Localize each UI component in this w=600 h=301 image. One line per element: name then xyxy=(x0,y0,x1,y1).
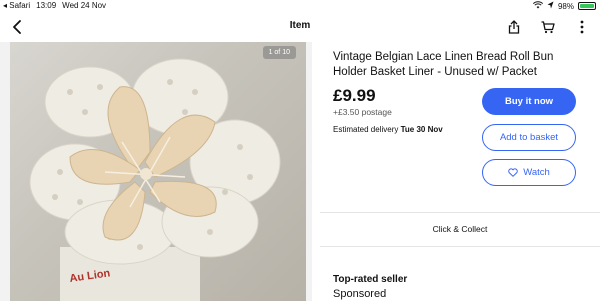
location-icon xyxy=(547,1,554,11)
watch-button[interactable]: Watch xyxy=(482,159,576,186)
status-bar: ◂ Safari 13:09 Wed 24 Nov 98% xyxy=(0,0,600,12)
nav-bar: Item xyxy=(0,12,600,42)
back-to-app-label[interactable]: ◂ Safari xyxy=(3,1,30,10)
add-to-basket-button[interactable]: Add to basket xyxy=(482,124,576,151)
delivery-label: Estimated delivery xyxy=(333,125,399,134)
add-to-basket-label: Add to basket xyxy=(499,132,559,143)
status-time: 13:09 xyxy=(36,1,57,10)
sponsored-label: Sponsored xyxy=(333,288,387,300)
status-date: Wed 24 Nov xyxy=(62,1,107,10)
cart-button[interactable] xyxy=(538,17,558,37)
delivery-date: Tue 30 Nov xyxy=(400,125,443,134)
divider xyxy=(320,246,600,247)
image-counter: 1 of 10 xyxy=(262,46,296,59)
buy-it-now-button[interactable]: Buy it now xyxy=(482,88,576,115)
listing-title: Vintage Belgian Lace Linen Bread Roll Bu… xyxy=(333,51,554,78)
product-photo[interactable]: Au Lion 1 of 10 xyxy=(10,42,306,301)
battery-icon xyxy=(578,2,596,10)
seller-heading: Top-rated seller xyxy=(333,274,408,285)
wifi-icon xyxy=(532,1,544,11)
divider xyxy=(320,212,600,213)
image-gallery[interactable]: Au Lion 1 of 10 xyxy=(0,42,312,301)
price: £9.99 xyxy=(333,86,376,105)
buy-it-now-label: Buy it now xyxy=(504,96,554,107)
estimated-delivery: Estimated delivery Tue 30 Nov xyxy=(333,125,443,134)
heart-icon xyxy=(508,168,518,177)
watch-label: Watch xyxy=(523,167,550,178)
item-details: Vintage Belgian Lace Linen Bread Roll Bu… xyxy=(320,42,600,301)
battery-percent: 98% xyxy=(557,1,574,11)
share-button[interactable] xyxy=(504,17,524,37)
cart-icon xyxy=(541,20,555,33)
click-collect-label: Click & Collect xyxy=(432,224,488,234)
share-icon xyxy=(508,20,520,34)
more-button[interactable] xyxy=(572,17,592,37)
postage-cost: +£3.50 postage xyxy=(333,107,392,117)
more-icon xyxy=(580,20,584,34)
